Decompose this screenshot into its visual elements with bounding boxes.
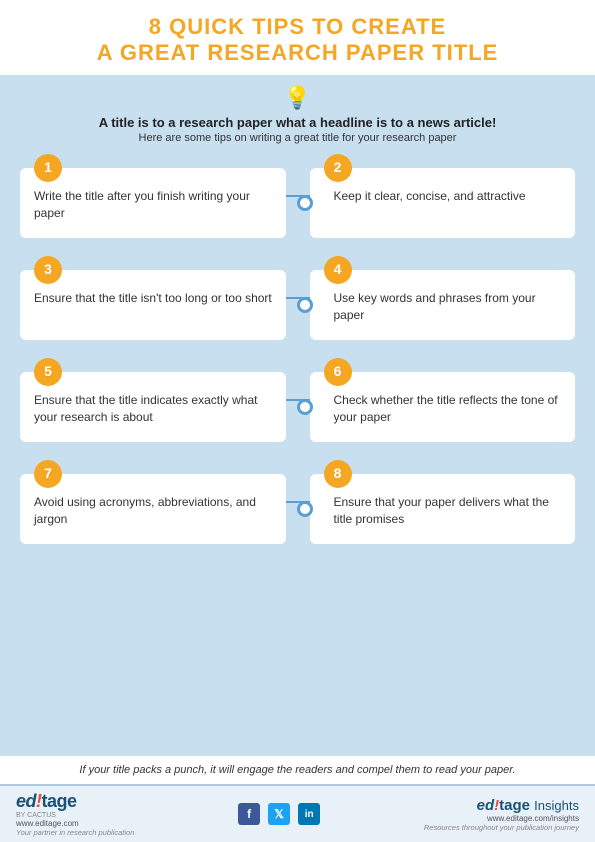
brand-url: www.editage.com bbox=[16, 819, 79, 828]
editage-insights-logo: ed!tage Insights bbox=[477, 797, 579, 814]
tip-badge-6: 6 bbox=[324, 358, 352, 386]
bulb-icon: 💡 bbox=[20, 85, 575, 111]
by-cactus: BY CACTUS bbox=[16, 812, 56, 819]
tip-item-8: 8 Ensure that your paper delivers what t… bbox=[310, 474, 576, 544]
page: 8 QUICK TIPS TO CREATE A GREAT RESEARCH … bbox=[0, 0, 595, 842]
bottom-bar: ed!tage BY CACTUS www.editage.com Your p… bbox=[0, 784, 595, 842]
footer-quote: If your title packs a punch, it will eng… bbox=[0, 756, 595, 784]
tip-item-3: 3 Ensure that the title isn't too long o… bbox=[20, 270, 286, 340]
tip-badge-8: 8 bbox=[324, 460, 352, 488]
quote-text: If your title packs a punch, it will eng… bbox=[79, 764, 515, 776]
tip-badge-1: 1 bbox=[34, 154, 62, 182]
linkedin-icon[interactable]: in bbox=[298, 803, 320, 825]
tip-row-4: 7 Avoid using acronyms, abbreviations, a… bbox=[20, 460, 575, 544]
tip-badge-3: 3 bbox=[34, 256, 62, 284]
tip-row-3: 5 Ensure that the title indicates exactl… bbox=[20, 358, 575, 442]
subtitle-light: Here are some tips on writing a great ti… bbox=[20, 132, 575, 144]
tip-text-6: Check whether the title reflects the ton… bbox=[334, 392, 566, 426]
tip-text-3: Ensure that the title isn't too long or … bbox=[34, 290, 272, 307]
tip-text-2: Keep it clear, concise, and attractive bbox=[334, 188, 526, 205]
tip-text-7: Avoid using acronyms, abbreviations, and… bbox=[34, 494, 276, 528]
main-title: 8 QUICK TIPS TO CREATE A GREAT RESEARCH … bbox=[20, 14, 575, 67]
tip-badge-7: 7 bbox=[34, 460, 62, 488]
subtitle-bold: A title is to a research paper what a he… bbox=[20, 115, 575, 130]
connector-dot-1 bbox=[297, 195, 313, 211]
title-line1: 8 QUICK TIPS TO CREATE bbox=[20, 14, 575, 40]
connector-dot-3 bbox=[297, 399, 313, 415]
tip-item-1: 1 Write the title after you finish writi… bbox=[20, 168, 286, 238]
tip-text-4: Use key words and phrases from your pape… bbox=[334, 290, 566, 324]
tip-text-5: Ensure that the title indicates exactly … bbox=[34, 392, 276, 426]
tip-item-5: 5 Ensure that the title indicates exactl… bbox=[20, 372, 286, 442]
brand-tagline: Your partner in research publication bbox=[16, 828, 134, 837]
tip-item-2: 2 Keep it clear, concise, and attractive bbox=[310, 168, 576, 238]
header: 8 QUICK TIPS TO CREATE A GREAT RESEARCH … bbox=[0, 0, 595, 75]
insights-url: www.editage.com/insights bbox=[487, 814, 579, 823]
facebook-icon[interactable]: f bbox=[238, 803, 260, 825]
twitter-icon[interactable]: 𝕏 bbox=[268, 803, 290, 825]
tip-item-7: 7 Avoid using acronyms, abbreviations, a… bbox=[20, 474, 286, 544]
tip-row-2: 3 Ensure that the title isn't too long o… bbox=[20, 256, 575, 340]
brand-left: ed!tage BY CACTUS www.editage.com Your p… bbox=[16, 791, 134, 837]
tip-row-1: 1 Write the title after you finish writi… bbox=[20, 154, 575, 238]
insights-tagline: Resources throughout your publication jo… bbox=[424, 823, 579, 832]
tip-item-4: 4 Use key words and phrases from your pa… bbox=[310, 270, 576, 340]
connector-dot-2 bbox=[297, 297, 313, 313]
editage-logo: ed!tage bbox=[16, 791, 77, 812]
brand-right: ed!tage Insights www.editage.com/insight… bbox=[424, 797, 579, 832]
tip-badge-5: 5 bbox=[34, 358, 62, 386]
tip-badge-2: 2 bbox=[324, 154, 352, 182]
tip-text-1: Write the title after you finish writing… bbox=[34, 188, 276, 222]
main-content: 💡 A title is to a research paper what a … bbox=[0, 75, 595, 756]
social-icons: f 𝕏 in bbox=[238, 803, 320, 825]
tip-text-8: Ensure that your paper delivers what the… bbox=[334, 494, 566, 528]
tip-badge-4: 4 bbox=[324, 256, 352, 284]
title-line2: A GREAT RESEARCH PAPER TITLE bbox=[20, 40, 575, 66]
tip-item-6: 6 Check whether the title reflects the t… bbox=[310, 372, 576, 442]
tips-section: 1 Write the title after you finish writi… bbox=[20, 154, 575, 748]
connector-dot-4 bbox=[297, 501, 313, 517]
